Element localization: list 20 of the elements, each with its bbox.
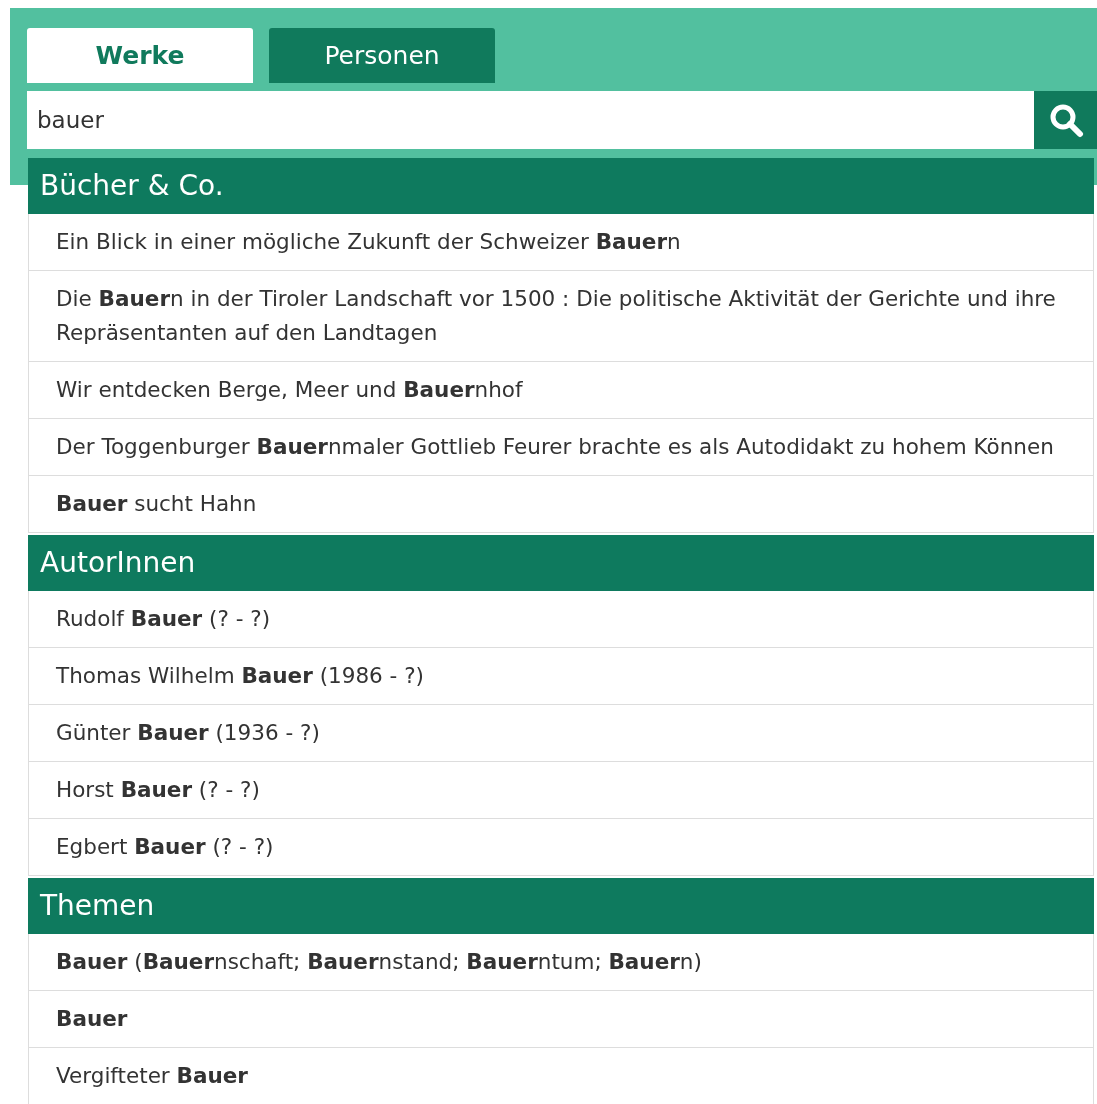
suggestion-item[interactable]: Günter Bauer (1936 - ?) xyxy=(28,705,1094,762)
suggestion-item[interactable]: Horst Bauer (? - ?) xyxy=(28,762,1094,819)
suggestion-item[interactable]: Bauer (Bauernschaft; Bauernstand; Bauerntum; Bauern) xyxy=(28,934,1094,991)
suggestion-item[interactable]: Vergifteter Bauer xyxy=(28,1048,1094,1104)
suggestion-item[interactable]: Wir entdecken Berge, Meer und Bauernhof xyxy=(28,362,1094,419)
suggestion-item[interactable]: Egbert Bauer (? - ?) xyxy=(28,819,1094,876)
suggestion-item[interactable]: Die Bauern in der Tiroler Landschaft vor 1500 : Die politische Aktivität der Gerichte und ihre Repräsentanten auf den Landtagen xyxy=(28,271,1094,362)
tab[interactable]: Werke xyxy=(27,28,253,83)
section-header: Bücher & Co. xyxy=(28,158,1094,214)
search-button[interactable] xyxy=(1034,91,1097,149)
suggestion-item[interactable]: Bauer xyxy=(28,991,1094,1048)
section-header: AutorInnen xyxy=(28,535,1094,591)
section-header: Themen xyxy=(28,878,1094,934)
suggestion-item[interactable]: Thomas Wilhelm Bauer (1986 - ?) xyxy=(28,648,1094,705)
search-field[interactable]: bauer xyxy=(27,91,1034,149)
suggestion-item[interactable]: Bauer sucht Hahn xyxy=(28,476,1094,533)
tab[interactable]: Personen xyxy=(269,28,495,83)
suggestion-item[interactable]: Der Toggenburger Bauernmaler Gottlieb Feurer brachte es als Autodidakt zu hohem Können xyxy=(28,419,1094,476)
suggestion-item[interactable]: Rudolf Bauer (? - ?) xyxy=(28,591,1094,648)
suggestion-item[interactable]: Ein Blick in einer mögliche Zukunft der Schweizer Bauern xyxy=(28,214,1094,271)
